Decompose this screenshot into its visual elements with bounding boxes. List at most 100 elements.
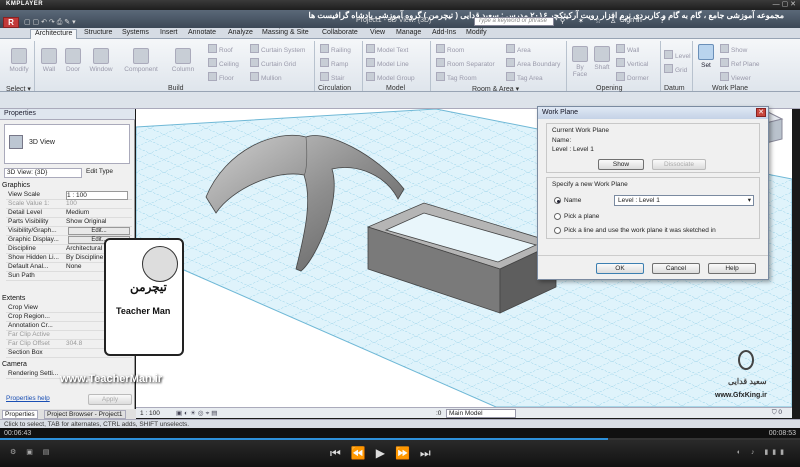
window-controls[interactable]: — ▢ ✕ (773, 0, 796, 8)
model-select[interactable]: Main Model (446, 409, 516, 418)
ref-plane-button[interactable]: Ref Plane (720, 58, 760, 68)
tag-area-button[interactable]: Tag Area (506, 72, 543, 82)
help-icon[interactable]: ? (660, 16, 664, 25)
ok-button[interactable]: OK (596, 263, 644, 274)
tab-analyze[interactable]: Analyze (224, 29, 257, 39)
view-scale[interactable]: 1 : 100 (140, 410, 160, 417)
wall-opening-button[interactable]: Wall (616, 44, 639, 54)
tab-manage[interactable]: Manage (392, 29, 425, 39)
cancel-button[interactable]: Cancel (652, 263, 700, 274)
level-button[interactable]: Level (664, 50, 691, 60)
view-tools-icon[interactable]: ▣◐☀◎⌖▤ (176, 409, 219, 418)
grid-button[interactable]: Grid (664, 64, 687, 74)
help-button[interactable]: Help (708, 263, 756, 274)
communication-icon[interactable]: ☆ (595, 17, 601, 25)
prop-row[interactable]: Parts Visibility Show Original (6, 218, 132, 227)
close-icon[interactable]: ✕ (756, 108, 766, 117)
tab-structure[interactable]: Structure (80, 29, 116, 39)
floor-button[interactable]: Floor (208, 72, 234, 82)
visibility-edit-button[interactable]: Edit... (68, 227, 130, 235)
room-separator-button[interactable]: Room Separator (436, 58, 495, 68)
search-input[interactable]: Type a keyword or phrase (474, 17, 554, 26)
prop-value[interactable]: None (66, 263, 82, 270)
separator (362, 41, 363, 91)
apply-button[interactable]: Apply (88, 394, 132, 405)
vertical-opening-button[interactable]: Vertical (616, 58, 648, 68)
ceiling-button[interactable]: Ceiling (208, 58, 239, 68)
radio-pick-line[interactable] (554, 227, 561, 234)
prop-value[interactable]: 1 : 100 (66, 191, 128, 200)
set-work-plane-button[interactable]: Set (696, 44, 716, 69)
prop-row[interactable]: Detail Level Medium (6, 209, 132, 218)
dissociate-button[interactable]: Dissociate (652, 159, 706, 170)
volume-icon[interactable]: ◐ ♪ ▮▮▮ (737, 448, 788, 456)
prop-value[interactable]: Show Original (66, 218, 106, 225)
properties-title: Properties (0, 109, 135, 120)
column-button[interactable]: Column (168, 48, 198, 73)
edit-type-button[interactable]: Edit Type (86, 168, 132, 178)
tab-systems[interactable]: Systems (118, 29, 153, 39)
ramp-button[interactable]: Ramp (320, 58, 348, 68)
radio-name[interactable] (554, 197, 561, 204)
show-button[interactable]: Show (598, 159, 644, 170)
quick-access-toolbar[interactable]: ▢ ▢ ↶ ↷ ⎙ ✎ ▾ (24, 18, 104, 27)
tab-add-ins[interactable]: Add-Ins (428, 29, 460, 39)
view-instance-select[interactable]: 3D View: {3D} (4, 168, 82, 178)
prop-value[interactable]: Architectural (66, 245, 102, 252)
tag-room-button[interactable]: Tag Room (436, 72, 477, 82)
panel-opening: Opening (596, 85, 623, 92)
tab-modify[interactable]: Modify (462, 29, 491, 39)
subscription-icon[interactable]: ✶ (578, 17, 584, 25)
dormer-button[interactable]: Dormer (616, 72, 649, 82)
railing-button[interactable]: Railing (320, 44, 351, 54)
tab-view[interactable]: View (366, 29, 389, 39)
prop-row[interactable]: Visibility/Graph... Edit... (6, 227, 132, 236)
model-group-button[interactable]: Model Group (366, 72, 415, 82)
curtain-system-button[interactable]: Curtain System (250, 44, 305, 54)
roof-button[interactable]: Roof (208, 44, 233, 54)
work-plane-select[interactable]: Level : Level 1 ▾ (614, 195, 754, 206)
prop-value[interactable]: Medium (66, 209, 89, 216)
viewer-button[interactable]: Viewer (720, 72, 751, 82)
door-button[interactable]: Door (62, 48, 84, 73)
modify-button[interactable]: Modify (6, 48, 32, 73)
component-button[interactable]: Component (120, 48, 162, 73)
tab-insert[interactable]: Insert (156, 29, 182, 39)
playback-buttons-icon[interactable]: ⏮⏪▶⏩⏭ (330, 446, 441, 461)
tab-project-browser[interactable]: Project Browser - Project1 (44, 410, 126, 419)
search-icon[interactable]: ⚲ (560, 17, 565, 25)
wall-button[interactable]: Wall (38, 48, 60, 73)
prop-row[interactable]: View Scale 1 : 100 (6, 191, 132, 200)
mullion-button[interactable]: Mullion (250, 72, 282, 82)
radio-pick-plane[interactable] (554, 213, 561, 220)
prop-value: 100 (66, 200, 77, 207)
sign-in-link[interactable]: Sign In (620, 17, 642, 24)
show-work-plane-button[interactable]: Show (720, 44, 747, 54)
tab-architecture[interactable]: Architecture (30, 29, 78, 39)
revit-app-button-icon[interactable]: R (3, 17, 19, 28)
area-boundary-button[interactable]: Area Boundary (506, 58, 560, 68)
area-button[interactable]: Area (506, 44, 531, 54)
model-text-button[interactable]: Model Text (366, 44, 408, 54)
tab-collaborate[interactable]: Collaborate (318, 29, 362, 39)
prop-value[interactable]: By Discipline (66, 254, 103, 261)
room-button[interactable]: Room (436, 44, 464, 54)
curtain-grid-button[interactable]: Curtain Grid (250, 58, 296, 68)
tab-massing-site[interactable]: Massing & Site (258, 29, 313, 39)
component-label: Component (124, 66, 158, 73)
group-graphics[interactable]: Graphics (2, 182, 132, 191)
window-button[interactable]: Window (86, 48, 116, 73)
player-options-icon[interactable]: ⚙ ▣ ▤ (10, 448, 53, 456)
properties-help-link[interactable]: Properties help (6, 395, 50, 402)
tab-properties[interactable]: Properties (2, 410, 38, 419)
tab-annotate[interactable]: Annotate (184, 29, 220, 39)
model-line-button[interactable]: Model Line (366, 58, 409, 68)
stair-button[interactable]: Stair (320, 72, 344, 82)
filter-icon[interactable]: ⛉ 0 (772, 409, 782, 417)
shaft-button[interactable]: Shaft (592, 46, 612, 71)
by-face-button[interactable]: By Face (570, 46, 590, 78)
player-timeline[interactable]: 00:06:43 00:08:53 (0, 428, 800, 440)
teacher-caricature-icon (142, 246, 178, 282)
group-camera[interactable]: Camera (2, 361, 132, 370)
type-selector[interactable]: 3D View (4, 124, 130, 164)
